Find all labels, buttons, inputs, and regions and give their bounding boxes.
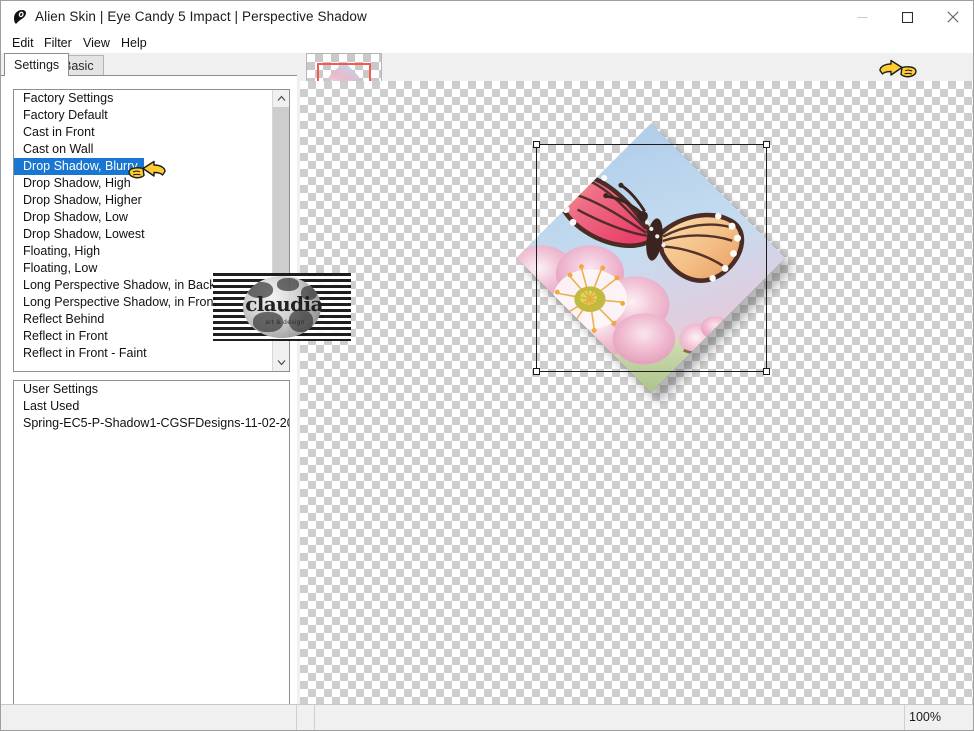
list-item-drop-shadow-higher[interactable]: Drop Shadow, Higher bbox=[14, 192, 273, 209]
claudia-watermark: claudia art & design bbox=[213, 273, 351, 341]
status-bar: 100% bbox=[1, 704, 973, 730]
user-settings-list[interactable]: User Settings Last Used Spring-EC5-P-Sha… bbox=[13, 380, 290, 730]
pointing-hand-cursor-ok bbox=[878, 57, 918, 88]
tab-settings[interactable]: Settings bbox=[4, 53, 70, 76]
status-segment-main bbox=[315, 705, 905, 730]
selection-handle-top-right[interactable] bbox=[763, 141, 770, 148]
scroll-up-arrow-icon[interactable] bbox=[273, 90, 289, 107]
menu-item-filter[interactable]: Filter bbox=[39, 35, 77, 51]
close-icon[interactable] bbox=[930, 1, 973, 33]
list-item-drop-shadow-blurry[interactable]: Drop Shadow, Blurry bbox=[14, 158, 144, 175]
status-segment-left bbox=[1, 705, 297, 730]
menu-item-view[interactable]: View bbox=[78, 35, 115, 51]
selection-handle-bottom-right[interactable] bbox=[763, 368, 770, 375]
alien-skin-icon bbox=[11, 8, 29, 26]
preview-canvas[interactable] bbox=[300, 81, 973, 707]
window-controls bbox=[840, 1, 973, 33]
list-item-reflect-in-front-faint[interactable]: Reflect in Front - Faint bbox=[14, 345, 273, 362]
list-item-drop-shadow-low[interactable]: Drop Shadow, Low bbox=[14, 209, 273, 226]
status-segment-mid bbox=[297, 705, 315, 730]
user-settings-item-spring-preset[interactable]: Spring-EC5-P-Shadow1-CGSFDesigns-11-02-2… bbox=[14, 415, 289, 432]
scrollbar-thumb[interactable] bbox=[273, 107, 289, 275]
pointing-hand-cursor-list bbox=[127, 158, 167, 189]
selection-handle-bottom-left[interactable] bbox=[533, 368, 540, 375]
scroll-down-arrow-icon[interactable] bbox=[273, 354, 289, 371]
alien-skin-dialog-window: Alien Skin | Eye Candy 5 Impact | Perspe… bbox=[0, 0, 974, 731]
menu-item-edit[interactable]: Edit bbox=[7, 35, 39, 51]
menu-item-help[interactable]: Help bbox=[116, 35, 152, 51]
list-item-factory-default[interactable]: Factory Default bbox=[14, 107, 273, 124]
window-title: Alien Skin | Eye Candy 5 Impact | Perspe… bbox=[35, 9, 367, 24]
menu-bar: Edit Filter View Help bbox=[1, 33, 973, 53]
list-group-factory-settings: Factory Settings bbox=[23, 91, 114, 105]
tab-strip: Settings Basic bbox=[1, 53, 297, 76]
maximize-icon[interactable] bbox=[885, 1, 930, 33]
selection-frame[interactable] bbox=[533, 141, 770, 375]
watermark-text: claudia bbox=[245, 292, 323, 316]
list-item-cast-on-wall[interactable]: Cast on Wall bbox=[14, 141, 273, 158]
list-item-cast-in-front[interactable]: Cast in Front bbox=[14, 124, 273, 141]
zoom-level-indicator: 100% bbox=[909, 710, 941, 724]
user-settings-item-last-used[interactable]: Last Used bbox=[14, 398, 289, 415]
list-item-floating-high[interactable]: Floating, High bbox=[14, 243, 273, 260]
minimize-icon[interactable] bbox=[840, 1, 885, 33]
user-settings-group-label: User Settings bbox=[23, 382, 99, 396]
selection-handle-top-left[interactable] bbox=[533, 141, 540, 148]
list-item-drop-shadow-lowest[interactable]: Drop Shadow, Lowest bbox=[14, 226, 273, 243]
watermark-subtext: art & design bbox=[265, 319, 305, 326]
title-bar: Alien Skin | Eye Candy 5 Impact | Perspe… bbox=[1, 1, 973, 33]
